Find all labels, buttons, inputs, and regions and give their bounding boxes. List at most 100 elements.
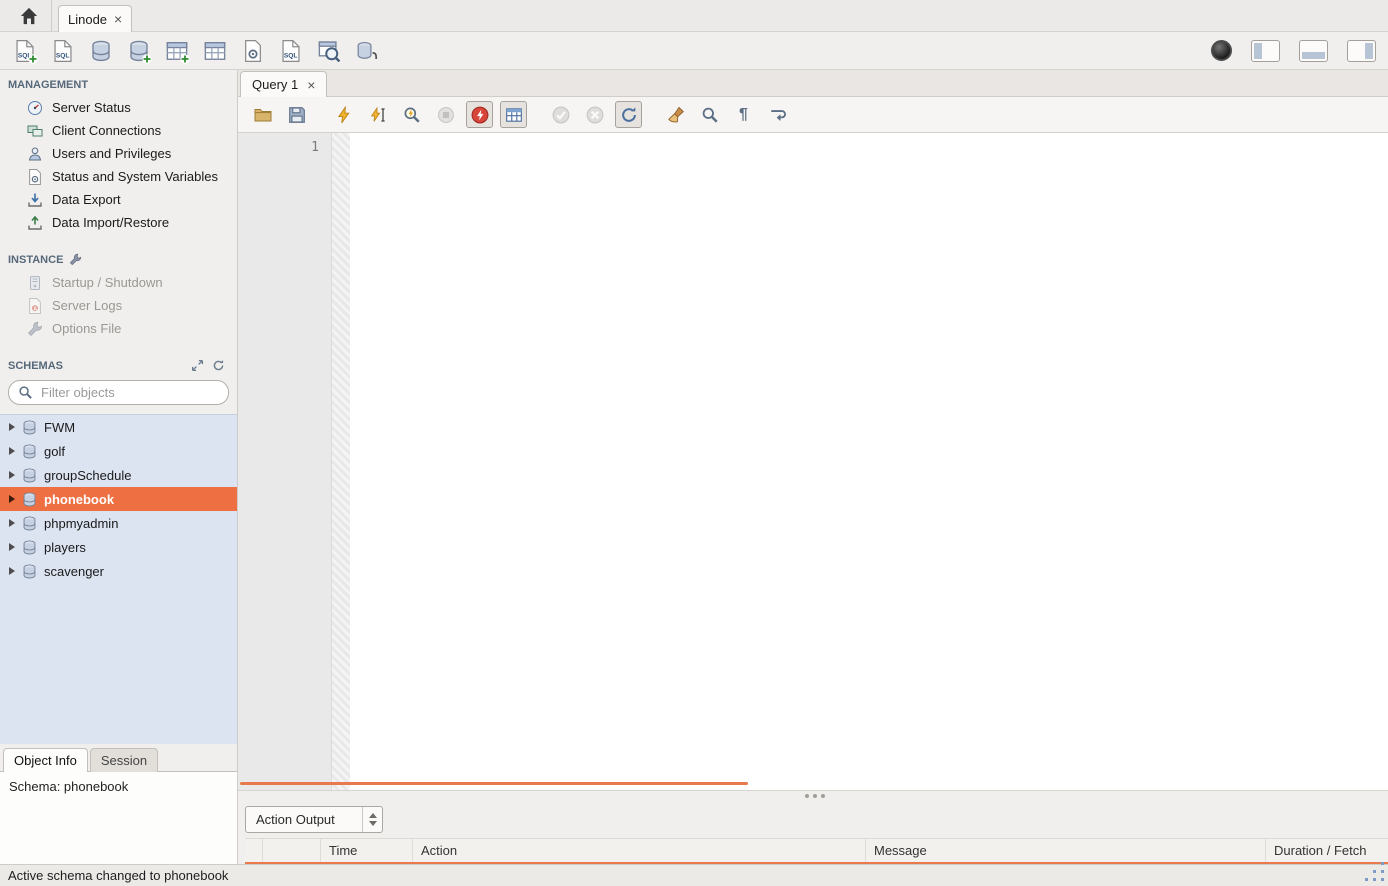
sidebar-item-data-import[interactable]: Data Import/Restore (0, 211, 237, 234)
schema-filter-input[interactable] (39, 384, 219, 401)
expand-arrow-icon[interactable] (9, 519, 15, 527)
data-export-icon (27, 192, 43, 208)
schema-item-golf[interactable]: golf (0, 439, 237, 463)
expand-arrow-icon[interactable] (9, 471, 15, 479)
toggle-autocommit-button[interactable] (615, 101, 642, 128)
rollback-icon (586, 106, 604, 124)
expand-icon[interactable] (191, 359, 204, 372)
toggle-wrap-button[interactable] (764, 101, 791, 128)
save-script-button[interactable] (283, 101, 310, 128)
schema-item-groupschedule[interactable]: groupSchedule (0, 463, 237, 487)
splitter-grip-icon (813, 794, 817, 798)
horizontal-scrollbar[interactable] (240, 782, 748, 785)
execute-current-button[interactable] (364, 101, 391, 128)
new-sql-tab-button[interactable] (12, 38, 37, 63)
output-col-index[interactable] (263, 839, 321, 862)
home-icon (19, 6, 39, 26)
sidebar-item-client-connections[interactable]: Client Connections (0, 119, 237, 142)
commit-button[interactable] (547, 101, 574, 128)
sidebar-item-system-variables[interactable]: Status and System Variables (0, 165, 237, 188)
sidebar-item-label: Status and System Variables (52, 169, 218, 184)
sidebar-item-options-file[interactable]: Options File (0, 317, 237, 340)
limit-rows-icon (505, 106, 523, 124)
new-schema-button[interactable] (88, 38, 113, 63)
search-table-data-button[interactable] (316, 38, 341, 63)
schema-item-phonebook[interactable]: phonebook (0, 487, 237, 511)
options-file-icon (27, 321, 43, 337)
system-variables-icon (27, 169, 43, 185)
toggle-right-panel-button[interactable] (1347, 40, 1376, 62)
expand-arrow-icon[interactable] (9, 423, 15, 431)
schema-item-phpmyadmin[interactable]: phpmyadmin (0, 511, 237, 535)
toggle-left-panel-button[interactable] (1251, 40, 1280, 62)
execute-current-icon (369, 106, 387, 124)
query-tab-label: Query 1 (252, 77, 298, 92)
close-icon[interactable]: × (114, 12, 122, 26)
rollback-button[interactable] (581, 101, 608, 128)
status-bar: Active schema changed to phonebook (0, 864, 1388, 886)
schema-item-scavenger[interactable]: scavenger (0, 559, 237, 583)
new-table-button[interactable] (164, 38, 189, 63)
connection-tab-label: Linode (68, 12, 107, 27)
beautify-button[interactable] (662, 101, 689, 128)
schema-filter-box (8, 380, 229, 405)
limit-rows-button[interactable] (500, 101, 527, 128)
output-col-action[interactable]: Action (413, 839, 866, 862)
stop-button[interactable] (432, 101, 459, 128)
app-window: Linode × (0, 0, 1388, 886)
output-col-status[interactable] (245, 839, 263, 862)
editor-text-area[interactable] (350, 133, 1388, 790)
sidebar-item-data-export[interactable]: Data Export (0, 188, 237, 211)
connection-tab[interactable]: Linode × (58, 5, 132, 32)
output-selector[interactable]: Action Output (245, 806, 383, 833)
expand-arrow-icon[interactable] (9, 543, 15, 551)
home-tab[interactable] (6, 0, 52, 31)
schema-label: golf (44, 444, 65, 459)
schema-item-players[interactable]: players (0, 535, 237, 559)
expand-arrow-icon[interactable] (9, 567, 15, 575)
toggle-invisible-chars-button[interactable]: ¶ (730, 101, 757, 128)
window-tabbar: Linode × (0, 0, 1388, 32)
schema-label: phpmyadmin (44, 516, 118, 531)
schema-icon (22, 420, 37, 435)
toggle-stop-on-error-button[interactable] (466, 101, 493, 128)
sidebar-item-server-status[interactable]: Server Status (0, 96, 237, 119)
spinner-icon (362, 807, 377, 832)
find-button[interactable] (696, 101, 723, 128)
expand-arrow-icon[interactable] (9, 447, 15, 455)
toggle-bottom-panel-button[interactable] (1299, 40, 1328, 62)
open-script-button[interactable] (249, 101, 276, 128)
new-function-button[interactable] (278, 38, 303, 63)
close-icon[interactable]: × (307, 78, 315, 92)
output-col-message[interactable]: Message (866, 839, 1266, 862)
sql-editor[interactable]: 1 (238, 133, 1388, 790)
new-procedure-button[interactable] (240, 38, 265, 63)
sidebar-item-users-privileges[interactable]: Users and Privileges (0, 142, 237, 165)
new-model-button[interactable] (126, 38, 151, 63)
expand-arrow-icon[interactable] (9, 495, 15, 503)
output-col-time[interactable]: Time (321, 839, 413, 862)
sidebar-item-startup-shutdown[interactable]: Startup / Shutdown (0, 271, 237, 294)
schema-item-fwm[interactable]: FWM (0, 415, 237, 439)
tab-session[interactable]: Session (90, 748, 158, 772)
open-sql-script-button[interactable] (50, 38, 75, 63)
resize-grip[interactable] (1373, 870, 1376, 873)
schema-icon (22, 492, 37, 507)
stop-icon (437, 106, 455, 124)
sidebar-item-server-logs[interactable]: Server Logs (0, 294, 237, 317)
explain-button[interactable] (398, 101, 425, 128)
search-icon (18, 385, 33, 400)
tab-query-1[interactable]: Query 1 × (240, 71, 327, 97)
schemas-title-label: SCHEMAS (8, 360, 63, 372)
reconnect-dbms-button[interactable] (354, 38, 379, 63)
output-col-duration[interactable]: Duration / Fetch (1266, 839, 1388, 862)
new-view-button[interactable] (202, 38, 227, 63)
assistant-icon[interactable] (1211, 40, 1232, 61)
schema-label: players (44, 540, 86, 555)
refresh-icon[interactable] (212, 359, 225, 372)
schema-list: FWM golf groupSchedule phonebook (0, 414, 237, 744)
execute-button[interactable] (330, 101, 357, 128)
tab-object-info[interactable]: Object Info (3, 748, 88, 772)
data-import-icon (27, 215, 43, 231)
output-splitter[interactable] (238, 790, 1388, 800)
